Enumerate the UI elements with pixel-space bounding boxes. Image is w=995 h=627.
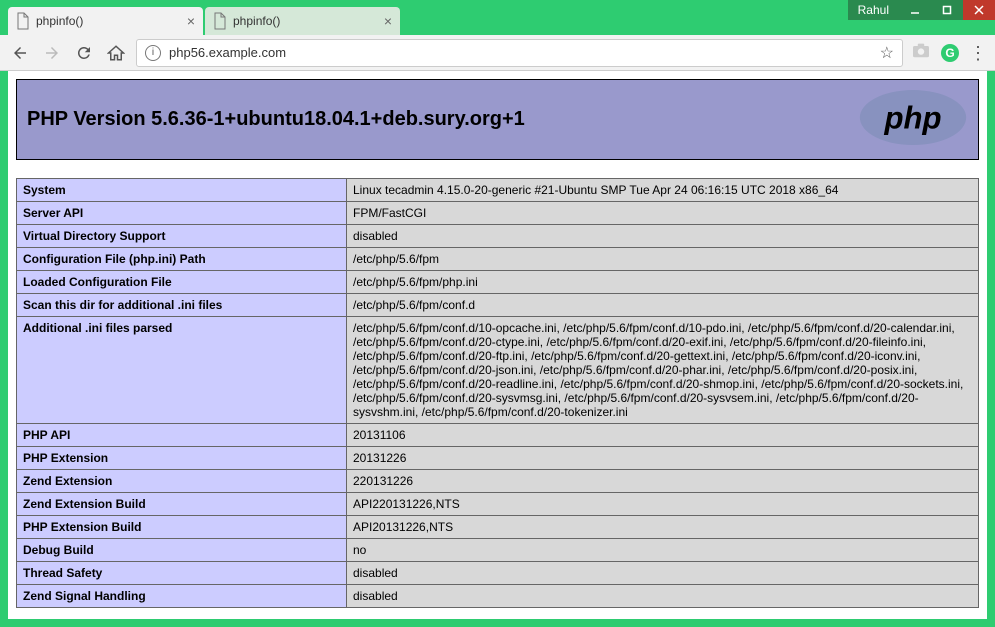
row-value: FPM/FastCGI xyxy=(347,202,979,225)
table-row: SystemLinux tecadmin 4.15.0-20-generic #… xyxy=(17,179,979,202)
row-value: 20131106 xyxy=(347,424,979,447)
table-row: Virtual Directory Supportdisabled xyxy=(17,225,979,248)
row-value: no xyxy=(347,539,979,562)
row-value: disabled xyxy=(347,225,979,248)
row-value: Linux tecadmin 4.15.0-20-generic #21-Ubu… xyxy=(347,179,979,202)
row-label: Zend Extension Build xyxy=(17,493,347,516)
row-value: disabled xyxy=(347,585,979,608)
row-label: Server API xyxy=(17,202,347,225)
row-label: Additional .ini files parsed xyxy=(17,317,347,424)
row-label: Thread Safety xyxy=(17,562,347,585)
home-button[interactable] xyxy=(104,41,128,65)
row-value: /etc/php/5.6/fpm/conf.d/10-opcache.ini, … xyxy=(347,317,979,424)
window-maximize-button[interactable] xyxy=(931,0,963,20)
user-badge[interactable]: Rahul xyxy=(848,0,899,20)
row-label: Virtual Directory Support xyxy=(17,225,347,248)
row-label: Scan this dir for additional .ini files xyxy=(17,294,347,317)
php-logo: php xyxy=(858,88,968,151)
table-row: Loaded Configuration File/etc/php/5.6/fp… xyxy=(17,271,979,294)
table-row: Server APIFPM/FastCGI xyxy=(17,202,979,225)
grammarly-icon[interactable]: G xyxy=(941,44,959,62)
phpinfo-table: SystemLinux tecadmin 4.15.0-20-generic #… xyxy=(16,178,979,608)
browser-tab-0[interactable]: phpinfo() × xyxy=(8,7,203,35)
table-row: PHP Extension BuildAPI20131226,NTS xyxy=(17,516,979,539)
url-text: php56.example.com xyxy=(169,45,286,60)
window-minimize-button[interactable] xyxy=(899,0,931,20)
php-header: PHP Version 5.6.36-1+ubuntu18.04.1+deb.s… xyxy=(16,79,979,160)
table-row: Zend Extension220131226 xyxy=(17,470,979,493)
row-label: PHP Extension Build xyxy=(17,516,347,539)
reload-button[interactable] xyxy=(72,41,96,65)
row-value: 220131226 xyxy=(347,470,979,493)
forward-button xyxy=(40,41,64,65)
menu-icon[interactable]: ⋮ xyxy=(969,50,987,56)
table-row: Configuration File (php.ini) Path/etc/ph… xyxy=(17,248,979,271)
window-close-button[interactable] xyxy=(963,0,995,20)
row-label: System xyxy=(17,179,347,202)
row-value: 20131226 xyxy=(347,447,979,470)
page-title: PHP Version 5.6.36-1+ubuntu18.04.1+deb.s… xyxy=(27,108,525,131)
table-row: Debug Buildno xyxy=(17,539,979,562)
row-label: Loaded Configuration File xyxy=(17,271,347,294)
table-row: Zend Extension BuildAPI220131226,NTS xyxy=(17,493,979,516)
site-info-icon[interactable]: i xyxy=(145,45,161,61)
file-icon xyxy=(213,12,227,30)
page-content: PHP Version 5.6.36-1+ubuntu18.04.1+deb.s… xyxy=(8,71,987,619)
row-value: /etc/php/5.6/fpm/php.ini xyxy=(347,271,979,294)
browser-toolbar: i php56.example.com ☆ G ⋮ xyxy=(0,35,995,71)
bookmark-star-icon[interactable]: ☆ xyxy=(880,43,894,63)
table-row: Zend Signal Handlingdisabled xyxy=(17,585,979,608)
back-button[interactable] xyxy=(8,41,32,65)
table-row: PHP Extension20131226 xyxy=(17,447,979,470)
row-label: PHP Extension xyxy=(17,447,347,470)
tab-title: phpinfo() xyxy=(36,14,83,28)
close-icon[interactable]: × xyxy=(187,13,195,29)
tab-title: phpinfo() xyxy=(233,14,280,28)
svg-text:php: php xyxy=(883,101,941,136)
address-bar[interactable]: i php56.example.com ☆ xyxy=(136,39,903,67)
row-value: disabled xyxy=(347,562,979,585)
table-row: Additional .ini files parsed/etc/php/5.6… xyxy=(17,317,979,424)
row-label: Configuration File (php.ini) Path xyxy=(17,248,347,271)
close-icon[interactable]: × xyxy=(384,13,392,29)
file-icon xyxy=(16,12,30,30)
row-value: /etc/php/5.6/fpm/conf.d xyxy=(347,294,979,317)
row-label: Zend Signal Handling xyxy=(17,585,347,608)
tab-strip: phpinfo() × phpinfo() × xyxy=(0,0,995,35)
table-row: PHP API20131106 xyxy=(17,424,979,447)
row-label: Zend Extension xyxy=(17,470,347,493)
row-label: PHP API xyxy=(17,424,347,447)
table-row: Scan this dir for additional .ini files/… xyxy=(17,294,979,317)
table-row: Thread Safetydisabled xyxy=(17,562,979,585)
camera-icon[interactable] xyxy=(911,42,931,63)
browser-tab-1[interactable]: phpinfo() × xyxy=(205,7,400,35)
row-value: /etc/php/5.6/fpm xyxy=(347,248,979,271)
row-value: API220131226,NTS xyxy=(347,493,979,516)
row-label: Debug Build xyxy=(17,539,347,562)
row-value: API20131226,NTS xyxy=(347,516,979,539)
